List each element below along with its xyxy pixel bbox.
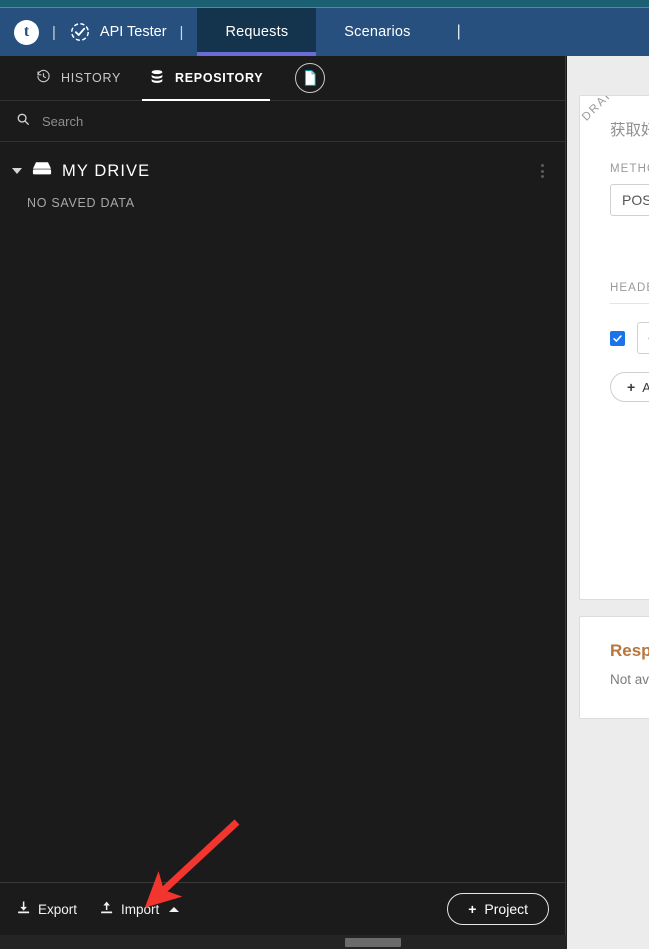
new-project-label: Project: [484, 901, 528, 917]
sidebar-tab-history-label: HISTORY: [61, 71, 122, 85]
export-label: Export: [38, 901, 78, 917]
header-name-input[interactable]: Con: [637, 322, 649, 354]
response-card: Respo Not avai: [579, 616, 649, 719]
method-label: METHOD: [610, 163, 649, 175]
tab-requests[interactable]: Requests: [197, 8, 317, 56]
header-row: Con: [610, 322, 649, 354]
horizontal-scrollbar[interactable]: [0, 935, 649, 949]
new-project-button[interactable]: + Project: [447, 893, 549, 925]
add-header-button[interactable]: + Add: [610, 372, 649, 402]
plus-icon: +: [468, 901, 477, 917]
brand-separator: |: [52, 23, 56, 41]
plus-icon: +: [627, 379, 636, 395]
search-icon: [16, 112, 30, 131]
sidebar-tabbar: HISTORY REPOSITORY: [0, 56, 565, 101]
sidebar-tab-repository-label: REPOSITORY: [175, 71, 264, 85]
top-accent-strip: [0, 0, 649, 8]
app-logo[interactable]: t: [14, 19, 39, 45]
headers-label: HEADERS: [610, 282, 649, 294]
export-button[interactable]: Export: [16, 900, 77, 918]
import-label: Import: [121, 901, 160, 917]
target-check-icon: [69, 21, 91, 43]
caret-down-icon[interactable]: [12, 168, 22, 174]
scrollbar-right-filler: [567, 935, 649, 949]
repository-sidebar: HISTORY REPOSITORY Search MY DRIVE NO SA…: [0, 56, 566, 935]
database-icon: [149, 69, 165, 88]
request-title: 获取好...: [610, 122, 649, 139]
add-header-label: Add: [642, 380, 649, 395]
tree-empty-message: NO SAVED DATA: [27, 196, 135, 210]
headers-section: HEADERS Con + Add: [610, 282, 649, 402]
drive-icon: [32, 161, 52, 181]
tree-node-label: MY DRIVE: [62, 161, 151, 180]
repository-tree: MY DRIVE NO SAVED DATA: [0, 142, 565, 210]
method-select[interactable]: POST: [610, 184, 649, 216]
search-input[interactable]: [42, 113, 482, 129]
method-field-group: METHOD POST: [610, 163, 649, 216]
sidebar-footer: Export Import + Project: [0, 882, 565, 935]
request-detail-pane: DRAFT 获取好... METHOD POST HEADERS Con: [567, 56, 649, 935]
tree-node-my-drive[interactable]: MY DRIVE: [0, 156, 565, 186]
document-circle-icon[interactable]: [295, 63, 326, 93]
top-navigation-bar: t | API Tester | Requests Scenarios |: [0, 8, 649, 56]
response-status-text: Not avai: [610, 672, 649, 687]
product-link[interactable]: API Tester: [69, 21, 167, 43]
response-title: Respo: [610, 641, 649, 660]
kebab-menu-icon[interactable]: [538, 161, 547, 181]
nav-trailing-separator: |: [456, 23, 461, 40]
brand-zone: t | API Tester |: [0, 8, 183, 56]
app-window: t | API Tester | Requests Scenarios | HI…: [0, 0, 649, 949]
nav-separator: |: [179, 23, 184, 41]
horizontal-scrollbar-thumb[interactable]: [345, 938, 401, 947]
request-card: DRAFT 获取好... METHOD POST HEADERS Con: [579, 95, 649, 600]
nav-tabs: Requests Scenarios |: [197, 8, 464, 56]
download-icon: [16, 900, 31, 918]
sidebar-tab-history[interactable]: HISTORY: [22, 56, 135, 101]
caret-up-icon[interactable]: [169, 906, 180, 912]
headers-divider: [610, 303, 649, 304]
tab-scenarios[interactable]: Scenarios: [316, 8, 438, 56]
clock-history-icon: [36, 69, 51, 87]
product-name: API Tester: [99, 24, 167, 40]
sidebar-tab-repository[interactable]: REPOSITORY: [135, 56, 277, 101]
import-button[interactable]: Import: [99, 900, 180, 918]
upload-icon: [99, 900, 114, 918]
search-bar[interactable]: [0, 101, 565, 142]
header-enabled-checkbox[interactable]: [610, 330, 625, 346]
